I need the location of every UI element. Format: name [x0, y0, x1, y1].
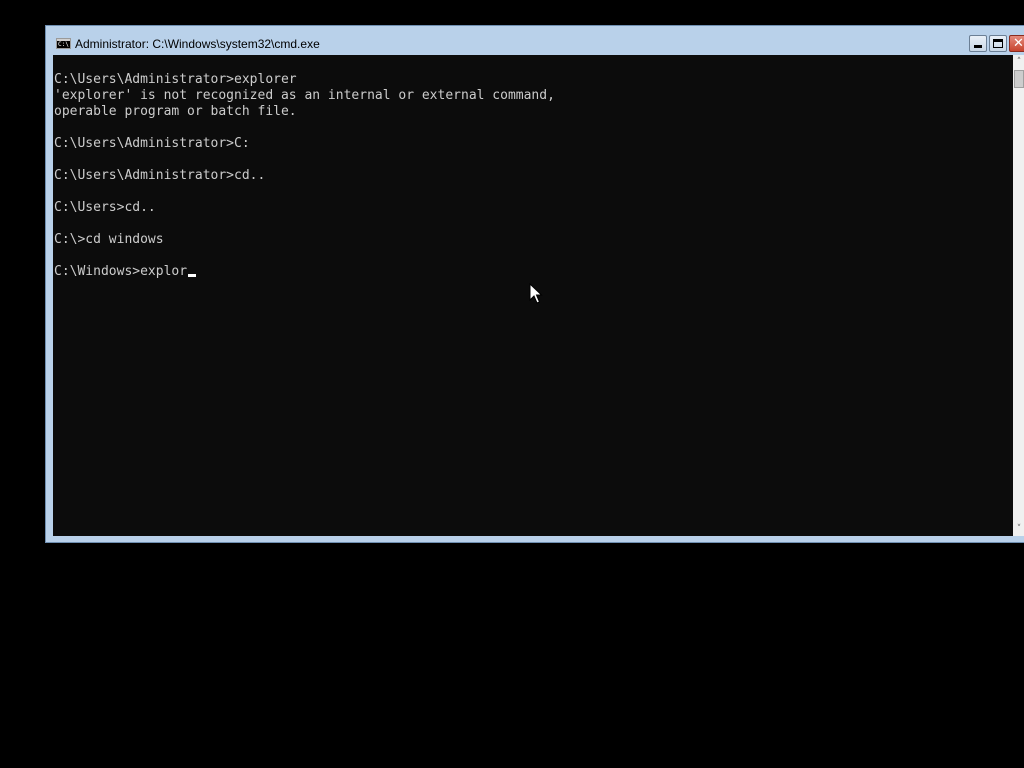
- scroll-down-icon[interactable]: ˅: [1013, 522, 1024, 536]
- console-text: C:\Users\Administrator>explorer 'explore…: [53, 55, 1013, 280]
- scroll-up-icon[interactable]: ˄: [1013, 55, 1024, 69]
- maximize-icon: [993, 39, 1003, 48]
- desktop: C:\ Administrator: C:\Windows\system32\c…: [0, 0, 1024, 768]
- command-prompt-input[interactable]: C:\Windows>explor: [54, 264, 187, 279]
- vertical-scrollbar[interactable]: ˄ ˅: [1013, 55, 1024, 536]
- console-line: C:\Users\Administrator>explorer: [54, 72, 297, 87]
- console-line: C:\>cd windows: [54, 232, 164, 247]
- title-bar[interactable]: C:\ Administrator: C:\Windows\system32\c…: [46, 26, 1024, 56]
- console-line: C:\Users\Administrator>C:: [54, 136, 250, 151]
- text-cursor: [188, 274, 197, 277]
- cmd-icon[interactable]: C:\: [56, 38, 71, 49]
- scroll-thumb[interactable]: [1014, 70, 1024, 88]
- console-line: C:\Users\Administrator>cd..: [54, 168, 266, 183]
- minimize-button[interactable]: [969, 35, 987, 52]
- close-button[interactable]: ✕: [1009, 35, 1024, 52]
- window-title: Administrator: C:\Windows\system32\cmd.e…: [75, 37, 320, 51]
- console-history: C:\Users\Administrator>explorer 'explore…: [54, 72, 555, 247]
- minimize-icon: [974, 45, 982, 48]
- close-icon: ✕: [1013, 36, 1024, 51]
- console-line: 'explorer' is not recognized as an inter…: [54, 88, 555, 103]
- console-line: operable program or batch file.: [54, 104, 297, 119]
- maximize-button[interactable]: [989, 35, 1007, 52]
- mouse-pointer-icon: [529, 283, 543, 304]
- console-line: C:\Users>cd..: [54, 200, 156, 215]
